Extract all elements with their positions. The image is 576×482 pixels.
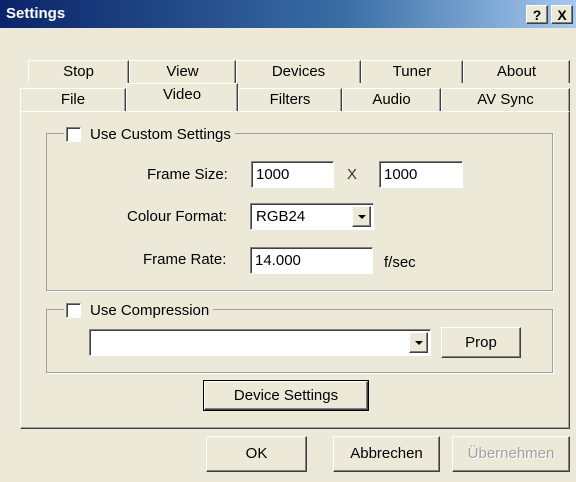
close-button[interactable]: X: [551, 5, 573, 24]
times-icon: X: [347, 166, 358, 183]
use-custom-settings-checkbox[interactable]: [66, 126, 81, 142]
tab-file[interactable]: File: [20, 88, 126, 111]
frame-size-label: Frame Size:: [147, 166, 228, 183]
colour-format-value: RGB24: [256, 208, 306, 225]
prop-button[interactable]: Prop: [441, 327, 521, 358]
tab-about[interactable]: About: [463, 60, 570, 83]
tab-audio[interactable]: Audio: [342, 88, 441, 111]
help-icon: ?: [532, 7, 542, 23]
tab-stop[interactable]: Stop: [28, 60, 129, 83]
use-compression-label: Use Compression: [90, 301, 210, 319]
tab-devices[interactable]: Devices: [236, 60, 361, 83]
chevron-down-icon[interactable]: [352, 206, 371, 227]
apply-button[interactable]: Übernehmen: [452, 436, 570, 472]
cancel-button[interactable]: Abbrechen: [333, 436, 440, 472]
frame-rate-label: Frame Rate:: [143, 251, 227, 268]
colour-format-select[interactable]: RGB24: [250, 203, 374, 230]
close-icon: X: [557, 7, 567, 23]
frame-rate-unit: f/sec: [384, 254, 416, 271]
tab-video[interactable]: Video: [126, 83, 238, 111]
frame-rate-input[interactable]: 14.000: [250, 247, 373, 274]
frame-height-input[interactable]: 1000: [379, 161, 463, 188]
chevron-down-icon[interactable]: [409, 332, 428, 353]
device-settings-button[interactable]: Device Settings: [203, 380, 369, 411]
colour-format-label: Colour Format:: [127, 208, 228, 225]
title-bar[interactable]: Settings ? X: [0, 0, 576, 28]
tab-view[interactable]: View: [129, 60, 236, 83]
codec-select[interactable]: [89, 329, 431, 356]
frame-width-input[interactable]: 1000: [251, 161, 334, 188]
custom-settings-legend[interactable]: Use Custom Settings: [64, 124, 235, 144]
tab-av-sync[interactable]: AV Sync: [441, 88, 570, 111]
compression-legend[interactable]: Use Compression: [64, 300, 214, 320]
tab-tuner[interactable]: Tuner: [361, 60, 463, 83]
tab-filters[interactable]: Filters: [238, 88, 342, 111]
window-title: Settings: [6, 5, 66, 22]
use-compression-checkbox[interactable]: [66, 302, 81, 318]
ok-button[interactable]: OK: [206, 436, 307, 472]
use-custom-settings-label: Use Custom Settings: [90, 125, 231, 143]
help-button[interactable]: ?: [526, 5, 548, 24]
